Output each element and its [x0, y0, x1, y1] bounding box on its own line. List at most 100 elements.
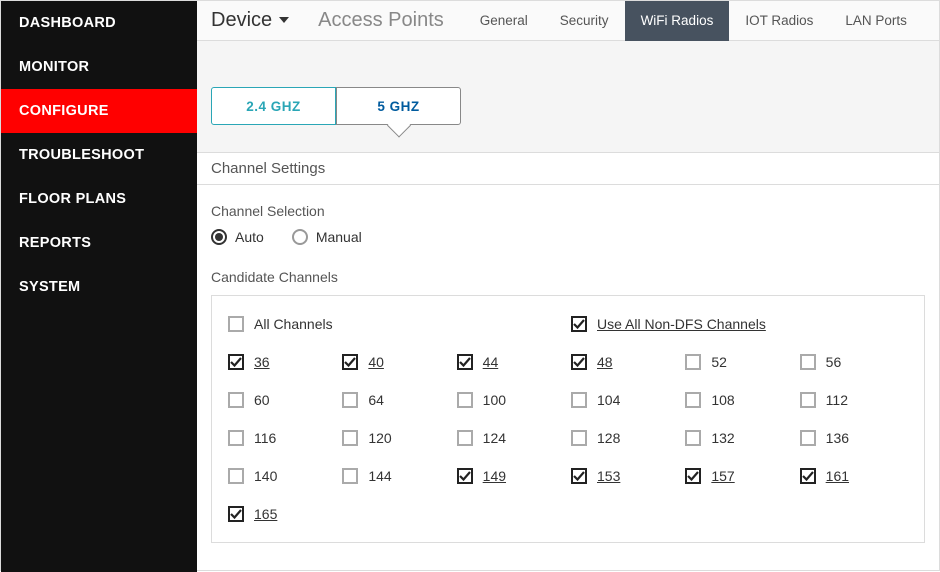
checkbox-channel-136[interactable]: 136 [800, 430, 914, 446]
checkbox-channel-56[interactable]: 56 [800, 354, 914, 370]
section-heading: Channel Settings [197, 153, 939, 185]
checkbox-label: 124 [483, 430, 506, 446]
frequency-band-bar: 2.4 GHZ 5 GHZ [197, 41, 939, 153]
checkbox-icon [228, 392, 244, 408]
checkbox-channel-48[interactable]: 48 [571, 354, 685, 370]
sidebar-item-floor-plans[interactable]: FLOOR PLANS [1, 177, 197, 221]
radio-label: Manual [316, 229, 362, 245]
sidebar-item-reports[interactable]: REPORTS [1, 221, 197, 265]
checkbox-icon [228, 354, 244, 370]
sidebar-item-system[interactable]: SYSTEM [1, 265, 197, 309]
section-heading-label: Channel Settings [211, 160, 325, 177]
checkbox-label: 52 [711, 354, 727, 370]
checkbox-icon [228, 430, 244, 446]
checkbox-channel-108[interactable]: 108 [685, 392, 799, 408]
checkbox-icon [571, 468, 587, 484]
checkbox-label: 140 [254, 468, 277, 484]
checkbox-icon [457, 392, 473, 408]
checkbox-icon [457, 354, 473, 370]
checkbox-icon [342, 468, 358, 484]
checkbox-channel-100[interactable]: 100 [457, 392, 571, 408]
checkbox-label: 161 [826, 468, 849, 484]
tab-general[interactable]: General [464, 1, 544, 41]
checkbox-channel-120[interactable]: 120 [342, 430, 456, 446]
freq-tab-2-4ghz[interactable]: 2.4 GHZ [211, 87, 336, 125]
checkbox-channel-104[interactable]: 104 [571, 392, 685, 408]
sidebar-item-dashboard[interactable]: DASHBOARD [1, 1, 197, 45]
checkbox-label: 157 [711, 468, 734, 484]
checkbox-label: 144 [368, 468, 391, 484]
checkbox-label: 56 [826, 354, 842, 370]
checkbox-channel-112[interactable]: 112 [800, 392, 914, 408]
checkbox-label: 128 [597, 430, 620, 446]
checkbox-label: 64 [368, 392, 384, 408]
checkbox-channel-161[interactable]: 161 [800, 468, 914, 484]
channel-selection-radio-group: Auto Manual [211, 229, 925, 245]
checkbox-icon [457, 430, 473, 446]
checkbox-icon [571, 354, 587, 370]
sidebar: DASHBOARDMONITORCONFIGURETROUBLESHOOTFLO… [1, 1, 197, 572]
checkbox-use-all-non-dfs-channels[interactable]: Use All Non-DFS Channels [571, 316, 914, 332]
tab-lan-ports[interactable]: LAN Ports [829, 1, 923, 41]
checkbox-channel-165[interactable]: 165 [228, 506, 342, 522]
page-title: Access Points [318, 9, 444, 32]
checkbox-channel-124[interactable]: 124 [457, 430, 571, 446]
checkbox-label: 165 [254, 506, 277, 522]
checkbox-icon [457, 468, 473, 484]
checkbox-label: 149 [483, 468, 506, 484]
checkbox-channel-36[interactable]: 36 [228, 354, 342, 370]
checkbox-icon [342, 430, 358, 446]
checkbox-channel-64[interactable]: 64 [342, 392, 456, 408]
frequency-tabs: 2.4 GHZ 5 GHZ [211, 87, 461, 125]
tab-security[interactable]: Security [544, 1, 625, 41]
radio-auto[interactable]: Auto [211, 229, 264, 245]
checkbox-channel-140[interactable]: 140 [228, 468, 342, 484]
checkbox-label: 132 [711, 430, 734, 446]
checkbox-label: 36 [254, 354, 270, 370]
checkbox-all-channels[interactable]: All Channels [228, 316, 571, 332]
sidebar-item-troubleshoot[interactable]: TROUBLESHOOT [1, 133, 197, 177]
candidate-channels-label: Candidate Channels [211, 269, 925, 285]
checkbox-icon [571, 430, 587, 446]
device-dropdown[interactable]: Device [211, 9, 290, 32]
tab-iot-radios[interactable]: IOT Radios [729, 1, 829, 41]
checkbox-channel-116[interactable]: 116 [228, 430, 342, 446]
freq-tab-5ghz[interactable]: 5 GHZ [336, 87, 461, 125]
freq-tab-label: 5 GHZ [377, 99, 419, 114]
checkbox-channel-144[interactable]: 144 [342, 468, 456, 484]
checkbox-icon [342, 354, 358, 370]
sidebar-item-monitor[interactable]: MONITOR [1, 45, 197, 89]
checkbox-channel-153[interactable]: 153 [571, 468, 685, 484]
checkbox-icon [800, 430, 816, 446]
checkbox-icon [800, 468, 816, 484]
checkbox-label: 120 [368, 430, 391, 446]
checkbox-icon [800, 392, 816, 408]
checkbox-label: 112 [826, 392, 848, 408]
tab-wifi-radios[interactable]: WiFi Radios [625, 1, 730, 41]
checkbox-icon [571, 316, 587, 332]
checkbox-channel-149[interactable]: 149 [457, 468, 571, 484]
caret-down-icon [278, 9, 290, 32]
checkbox-channel-40[interactable]: 40 [342, 354, 456, 370]
checkbox-label: 100 [483, 392, 506, 408]
checkbox-icon [685, 468, 701, 484]
checkbox-channel-132[interactable]: 132 [685, 430, 799, 446]
radio-label: Auto [235, 229, 264, 245]
checkbox-label: 108 [711, 392, 734, 408]
checkbox-icon [571, 392, 587, 408]
checkbox-channel-128[interactable]: 128 [571, 430, 685, 446]
checkbox-label: 136 [826, 430, 849, 446]
checkbox-label: Use All Non-DFS Channels [597, 316, 766, 332]
radio-dot-icon [211, 229, 227, 245]
checkbox-channel-157[interactable]: 157 [685, 468, 799, 484]
header: Device Access Points GeneralSecurityWiFi… [197, 1, 939, 41]
checkbox-channel-60[interactable]: 60 [228, 392, 342, 408]
radio-dot-icon [292, 229, 308, 245]
sidebar-item-configure[interactable]: CONFIGURE [1, 89, 197, 133]
checkbox-channel-52[interactable]: 52 [685, 354, 799, 370]
radio-manual[interactable]: Manual [292, 229, 362, 245]
checkbox-icon [228, 468, 244, 484]
checkbox-label: 60 [254, 392, 270, 408]
checkbox-channel-44[interactable]: 44 [457, 354, 571, 370]
checkbox-label: 153 [597, 468, 620, 484]
